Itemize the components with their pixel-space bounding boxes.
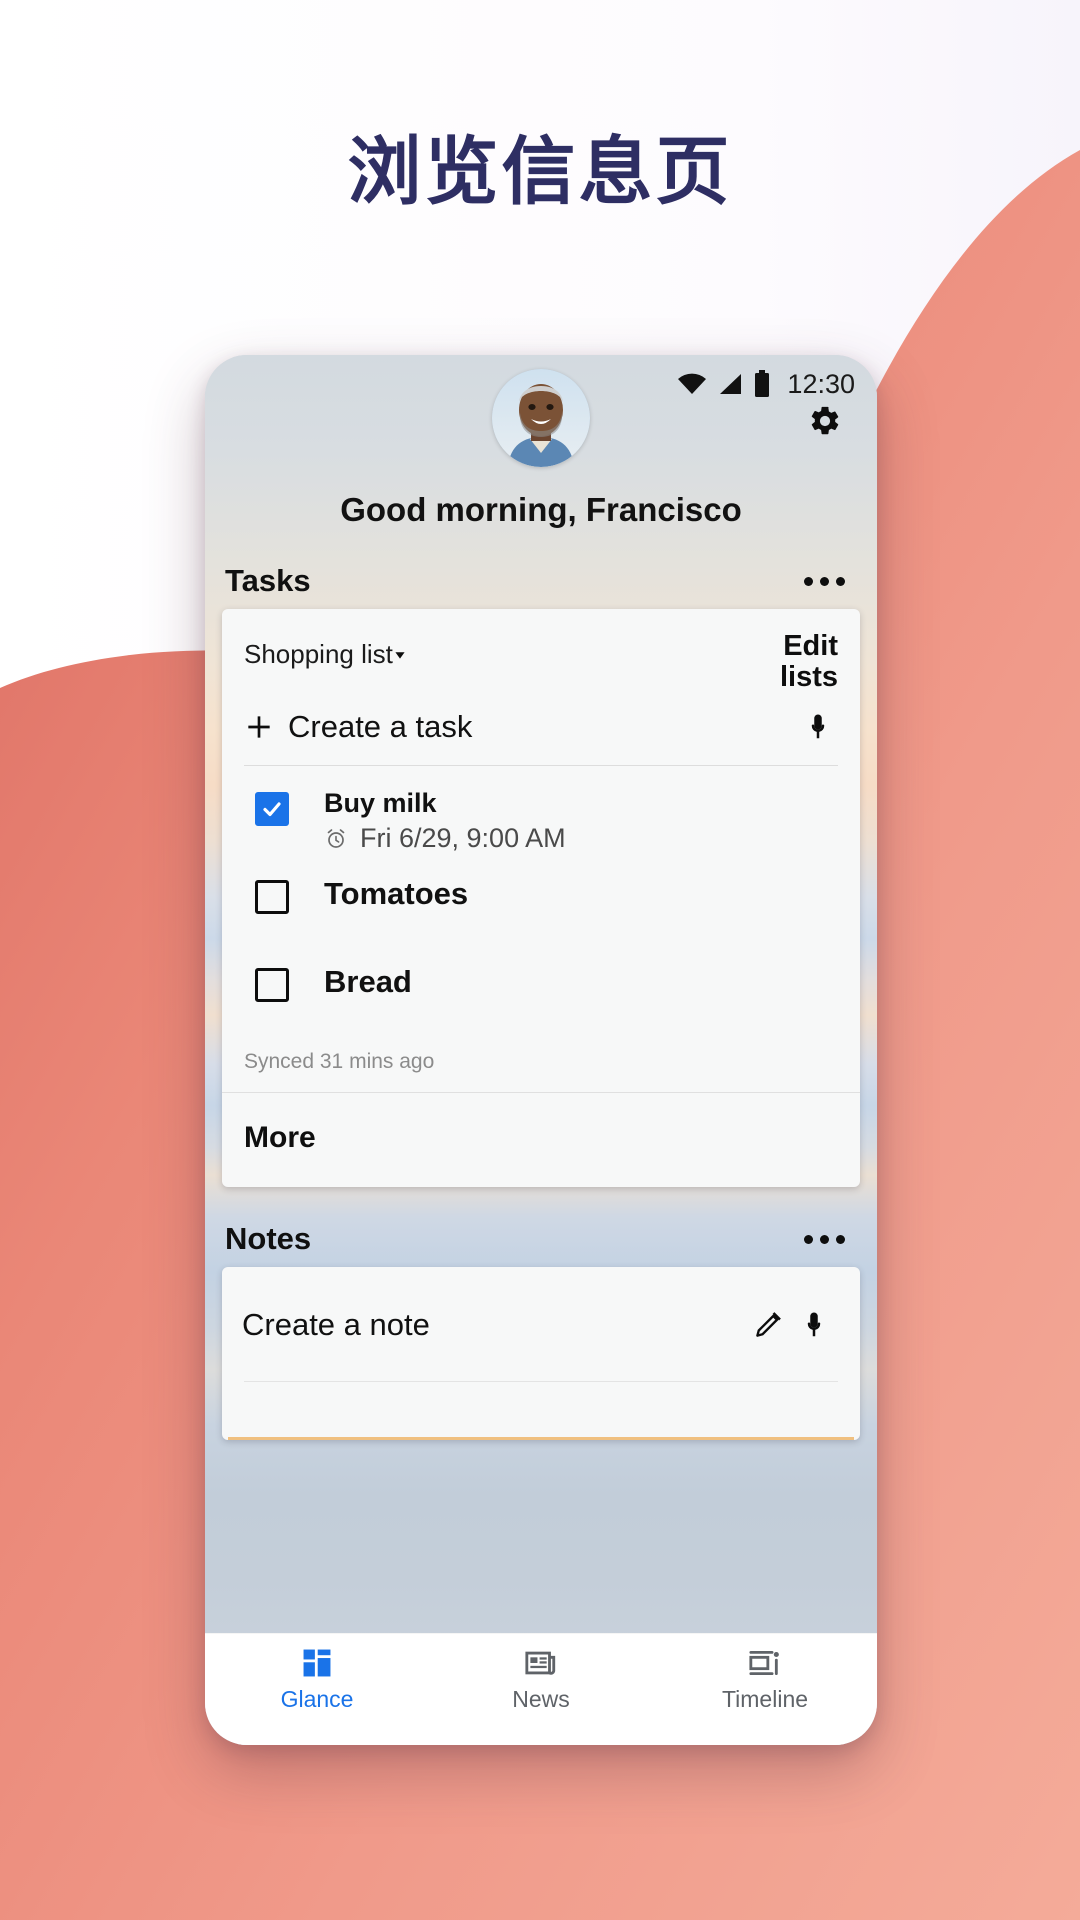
microphone-icon bbox=[811, 714, 825, 739]
tasks-card: Shopping list Edit lists Create a task B… bbox=[222, 609, 860, 1188]
page-title: 浏览信息页 bbox=[347, 130, 733, 213]
task-reminder-text: Fri 6/29, 9:00 AM bbox=[360, 823, 566, 854]
edit-lists-button[interactable]: Edit lists bbox=[742, 630, 838, 693]
task-title: Buy milk bbox=[324, 788, 437, 819]
alarm-clock-icon bbox=[327, 828, 345, 848]
create-task-row[interactable]: Create a task bbox=[222, 693, 860, 765]
tasks-overflow-menu-icon[interactable] bbox=[800, 567, 849, 596]
chevron-down-icon bbox=[395, 651, 405, 659]
create-note-row[interactable]: Create a note bbox=[222, 1267, 860, 1381]
tasks-section-header: Tasks bbox=[205, 563, 877, 599]
task-microphone-button[interactable] bbox=[798, 712, 838, 742]
dot bbox=[804, 576, 813, 586]
nav-item-timeline[interactable]: Timeline bbox=[675, 1646, 855, 1713]
phone-header: Good morning, Francisco bbox=[205, 355, 877, 529]
task-row[interactable]: Tomatoes bbox=[222, 854, 860, 942]
checkbox-unchecked bbox=[255, 968, 289, 1003]
greeting-text: Good morning, Francisco bbox=[340, 491, 742, 528]
phone-mockup: 12:30 Good morning, Francisco Tasks Shop… bbox=[205, 355, 877, 1745]
notes-overflow-menu-icon[interactable] bbox=[800, 1225, 849, 1254]
create-task-label: Create a task bbox=[288, 709, 473, 745]
tasks-list-row: Shopping list Edit lists bbox=[222, 609, 860, 693]
note-item-preview[interactable] bbox=[228, 1382, 854, 1441]
note-pencil-button[interactable] bbox=[742, 1310, 794, 1340]
pencil-icon bbox=[756, 1312, 781, 1337]
nav-label-news: News bbox=[512, 1686, 570, 1712]
notes-section-header: Notes bbox=[205, 1221, 877, 1257]
task-list-selector[interactable]: Shopping list bbox=[244, 631, 411, 670]
task-list-name: Shopping list bbox=[244, 639, 393, 669]
dot bbox=[820, 576, 829, 586]
checkmark-icon bbox=[263, 802, 281, 817]
checkbox-checked bbox=[255, 792, 289, 827]
checkbox-unchecked bbox=[255, 880, 289, 915]
sync-status: Synced 31 mins ago bbox=[244, 1050, 435, 1074]
dashboard-icon bbox=[303, 1649, 331, 1677]
create-note-label: Create a note bbox=[242, 1307, 430, 1343]
task-row[interactable]: Bread bbox=[222, 942, 860, 1030]
microphone-icon bbox=[807, 1312, 821, 1337]
task-checkbox[interactable] bbox=[244, 876, 300, 915]
task-reminder: Fri 6/29, 9:00 AM bbox=[324, 823, 838, 854]
nav-item-glance[interactable]: Glance bbox=[227, 1646, 407, 1713]
tasks-section-title: Tasks bbox=[225, 563, 311, 598]
dot bbox=[836, 1234, 845, 1244]
task-checkbox[interactable] bbox=[244, 788, 300, 827]
bottom-navigation: Glance News Timeline bbox=[205, 1633, 877, 1745]
nav-label-timeline: Timeline bbox=[721, 1686, 809, 1712]
newspaper-icon bbox=[525, 1651, 556, 1675]
note-microphone-button[interactable] bbox=[794, 1310, 834, 1340]
task-row[interactable]: Buy milk Fri 6/29, 9:00 AM bbox=[222, 766, 860, 854]
gear-icon bbox=[811, 406, 839, 435]
timeline-icon bbox=[749, 1650, 779, 1676]
nav-label-glance: Glance bbox=[280, 1686, 354, 1712]
task-checkbox[interactable] bbox=[244, 964, 300, 1003]
task-title: Tomatoes bbox=[324, 876, 469, 912]
tasks-more-button[interactable]: More bbox=[222, 1093, 860, 1187]
avatar[interactable] bbox=[492, 369, 590, 467]
avatar-image bbox=[492, 369, 590, 467]
nav-item-news[interactable]: News bbox=[451, 1646, 631, 1713]
plus-icon bbox=[236, 711, 282, 743]
settings-button[interactable] bbox=[803, 399, 847, 443]
dot bbox=[836, 576, 845, 586]
dot bbox=[820, 1234, 829, 1244]
dot bbox=[804, 1234, 813, 1244]
notes-section-title: Notes bbox=[225, 1221, 312, 1257]
task-title: Bread bbox=[324, 964, 412, 1000]
notes-card: Create a note bbox=[222, 1267, 860, 1441]
